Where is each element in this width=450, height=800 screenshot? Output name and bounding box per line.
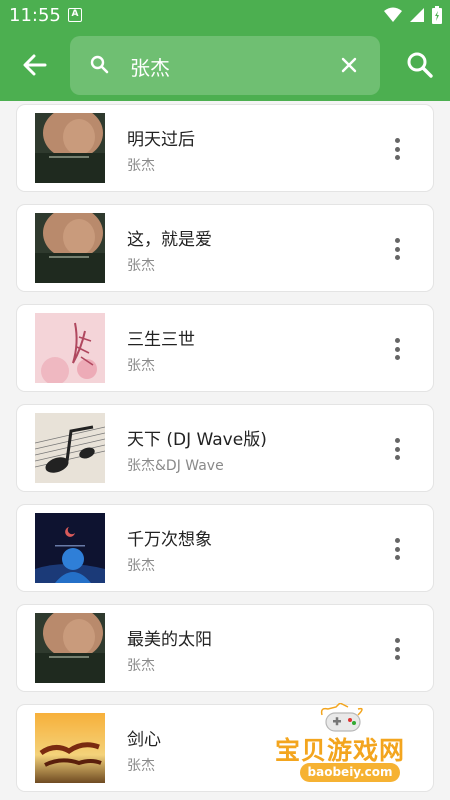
status-icons — [384, 6, 442, 24]
song-artist: 张杰 — [127, 358, 155, 374]
album-cover — [35, 513, 105, 583]
song-title: 千万次想象 — [127, 530, 212, 550]
song-card[interactable]: 最美的太阳 张杰 — [16, 604, 434, 692]
song-card[interactable]: 千万次想象 张杰 — [16, 504, 434, 592]
song-artist: 张杰&DJ Wave — [127, 458, 224, 474]
album-cover — [35, 613, 105, 683]
song-title: 三生三世 — [127, 330, 195, 350]
watermark-url: baobeiy.com — [300, 763, 400, 782]
album-cover — [35, 413, 105, 483]
song-title: 天下 (DJ Wave版) — [127, 430, 267, 450]
search-input[interactable] — [130, 46, 335, 86]
notification-icon: A — [68, 8, 82, 22]
more-options-button[interactable] — [387, 435, 407, 463]
song-title: 剑心 — [127, 730, 161, 750]
search-box — [70, 36, 380, 95]
status-bar: 11:55 A — [0, 0, 450, 32]
album-cover — [35, 213, 105, 283]
more-options-button[interactable] — [387, 135, 407, 163]
song-card[interactable]: 三生三世 张杰 — [16, 304, 434, 392]
song-card[interactable]: 天下 (DJ Wave版) 张杰&DJ Wave — [16, 404, 434, 492]
song-artist: 张杰 — [127, 158, 155, 174]
song-artist: 张杰 — [127, 258, 155, 274]
battery-icon — [432, 6, 442, 24]
song-card[interactable]: 这，就是爱 张杰 — [16, 204, 434, 292]
song-card[interactable]: 明天过后 张杰 — [16, 104, 434, 192]
album-cover — [35, 313, 105, 383]
song-artist: 张杰 — [127, 658, 155, 674]
more-options-button[interactable] — [387, 335, 407, 363]
arrow-left-icon — [23, 54, 47, 76]
back-button[interactable] — [18, 50, 52, 80]
album-cover — [35, 713, 105, 783]
wifi-icon — [384, 7, 402, 22]
more-options-button[interactable] — [387, 635, 407, 663]
app-header: 11:55 A — [0, 0, 450, 101]
watermark: 宝贝游戏网 baobeiy.com — [272, 703, 422, 793]
album-cover — [35, 113, 105, 183]
song-title: 这，就是爱 — [127, 230, 212, 250]
song-title: 明天过后 — [127, 130, 195, 150]
more-options-button[interactable] — [387, 235, 407, 263]
search-button[interactable] — [404, 49, 436, 81]
song-artist: 张杰 — [127, 558, 155, 574]
song-artist: 张杰 — [127, 758, 155, 774]
song-list: 明天过后 张杰 这，就是爱 张杰 三生三世 张杰 天下 (DJ Wave版) 张… — [0, 101, 450, 800]
song-title: 最美的太阳 — [127, 630, 212, 650]
clear-button[interactable] — [340, 56, 358, 74]
search-icon — [90, 55, 109, 74]
more-options-button[interactable] — [387, 535, 407, 563]
status-time: 11:55 — [9, 5, 61, 26]
signal-icon — [410, 8, 424, 22]
watermark-text: 宝贝游戏网 — [275, 736, 406, 765]
